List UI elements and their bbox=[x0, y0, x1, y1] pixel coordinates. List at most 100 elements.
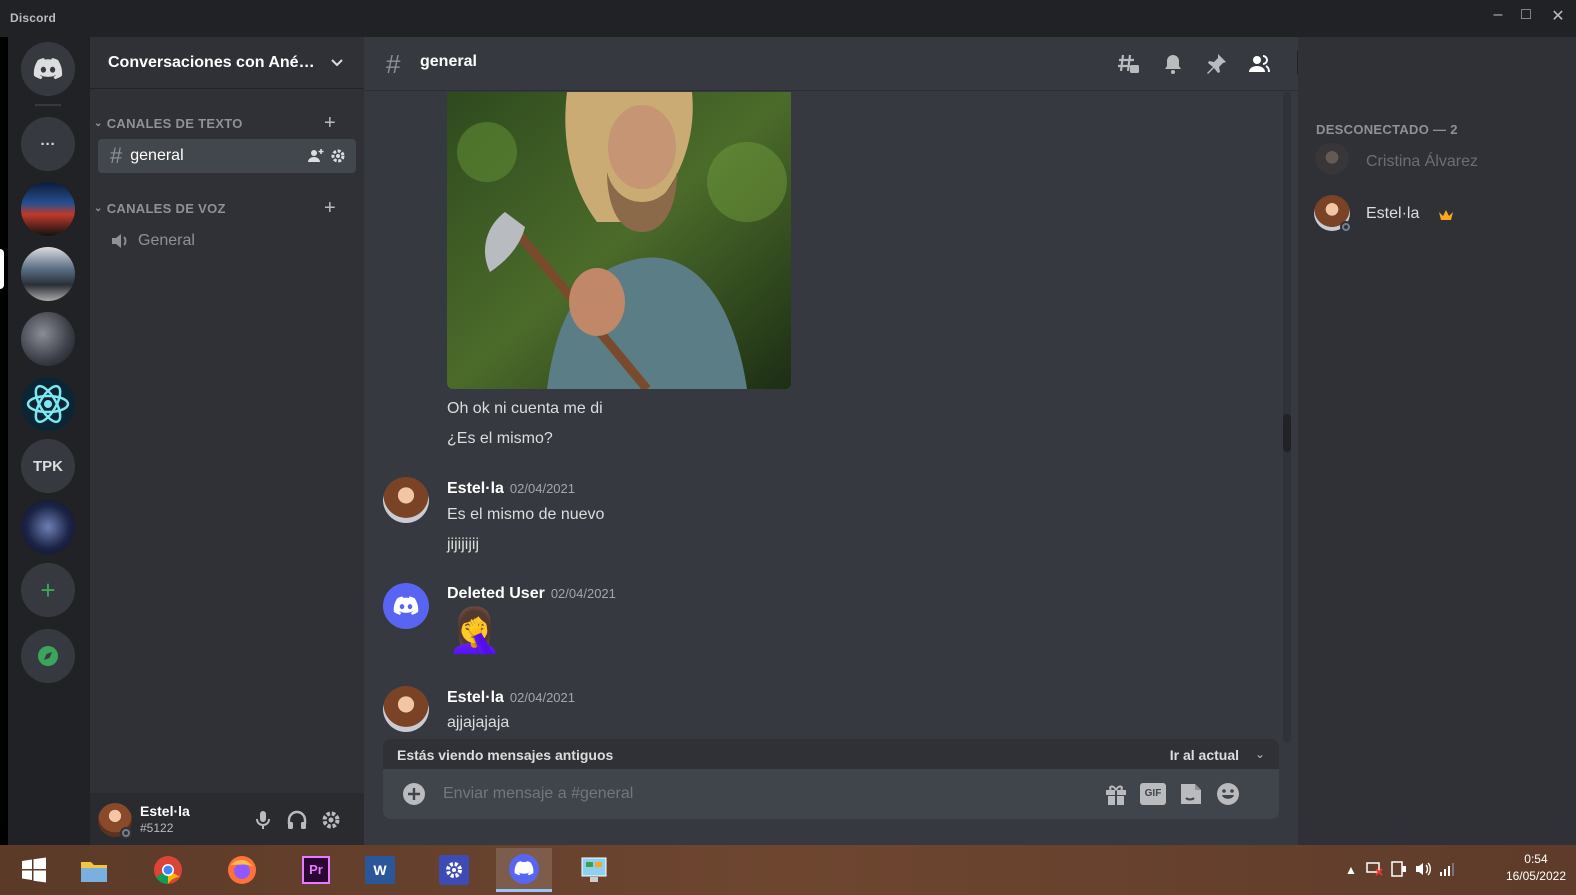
taskbar-file-explorer[interactable] bbox=[66, 848, 122, 892]
server-tpk-label: TPK bbox=[33, 457, 63, 475]
headphones-icon[interactable] bbox=[286, 809, 308, 831]
add-server-button[interactable]: + bbox=[21, 563, 75, 617]
taskbar-chrome[interactable] bbox=[140, 848, 196, 892]
server-icon-atom[interactable] bbox=[21, 377, 75, 431]
member-item[interactable]: Estel·la bbox=[1314, 195, 1564, 237]
explore-servers-button[interactable] bbox=[21, 629, 75, 683]
user-panel: Estel·la #5122 bbox=[90, 793, 364, 845]
avatar[interactable] bbox=[383, 583, 429, 629]
member-name: Estel·la bbox=[1366, 205, 1420, 222]
signal-icon[interactable] bbox=[1438, 860, 1456, 878]
invite-icon[interactable] bbox=[308, 148, 324, 164]
settings-app-icon bbox=[439, 855, 469, 885]
bell-icon[interactable] bbox=[1161, 52, 1185, 76]
taskbar-premiere[interactable]: Pr bbox=[288, 848, 344, 892]
user-tag: #5122 bbox=[140, 821, 174, 835]
taskbar-firefox[interactable] bbox=[214, 848, 270, 892]
timestamp: 02/04/2021 bbox=[550, 586, 616, 601]
sticker-icon[interactable] bbox=[1178, 782, 1204, 806]
timestamp: 02/04/2021 bbox=[509, 690, 575, 705]
taskbar-settings[interactable] bbox=[426, 848, 482, 892]
author-name[interactable]: Estel·la bbox=[447, 480, 504, 497]
clock-date: 16/05/2022 bbox=[1505, 869, 1566, 883]
server-dm-more[interactable]: ··· bbox=[21, 117, 75, 171]
volume-icon[interactable] bbox=[1414, 860, 1432, 878]
word-icon: W bbox=[365, 856, 395, 884]
author-name[interactable]: Estel·la bbox=[447, 689, 504, 706]
member-name: Cristina Álvarez bbox=[1366, 153, 1479, 170]
rail-separator bbox=[35, 104, 61, 106]
author-name[interactable]: Deleted User bbox=[447, 585, 545, 602]
server-icon-3[interactable] bbox=[21, 312, 75, 366]
taskbar-discord[interactable] bbox=[496, 848, 552, 892]
home-button[interactable] bbox=[21, 42, 75, 96]
app-title: Discord bbox=[10, 11, 57, 25]
chevron-down-icon: ⌄ bbox=[94, 118, 103, 129]
control-panel-icon bbox=[581, 857, 607, 882]
discord-icon bbox=[33, 58, 63, 80]
member-section-header: DESCONECTADO — 2 bbox=[1316, 122, 1458, 137]
server-icon-5[interactable] bbox=[21, 500, 75, 554]
pin-icon[interactable] bbox=[1204, 52, 1228, 76]
discord-icon bbox=[509, 853, 539, 884]
avatar[interactable] bbox=[383, 686, 429, 732]
gift-icon[interactable] bbox=[1103, 782, 1129, 806]
guild-name: Conversaciones con Ané… bbox=[108, 53, 315, 71]
message-list[interactable]: Oh ok ni cuenta me di ¿Es el mismo? Este… bbox=[364, 92, 1298, 742]
device-icon[interactable] bbox=[1390, 860, 1408, 878]
chevron-down-icon: ⌄ bbox=[1254, 747, 1265, 761]
speaker-icon bbox=[112, 234, 127, 248]
emoji-icon[interactable] bbox=[1215, 782, 1241, 806]
message-header: Estel·la 02/04/2021 bbox=[447, 689, 575, 707]
channel-voice-general[interactable]: General bbox=[98, 224, 356, 258]
jump-to-present-button[interactable]: Ir al actual bbox=[1170, 747, 1239, 763]
create-text-channel-button[interactable]: + bbox=[324, 112, 336, 135]
minimize-button[interactable]: – bbox=[1486, 6, 1510, 24]
settings-gear-icon[interactable] bbox=[320, 809, 342, 831]
threads-icon[interactable] bbox=[1116, 52, 1140, 76]
tray-chevron-up-icon[interactable]: ▲ bbox=[1345, 863, 1357, 877]
chat-area: # general Buscar Oh ok ni cuenta me di ¿… bbox=[364, 37, 1546, 845]
active-server-indicator bbox=[0, 249, 4, 289]
create-voice-channel-button[interactable]: + bbox=[324, 197, 336, 220]
message-input[interactable] bbox=[443, 779, 1063, 809]
taskbar-control-panel[interactable] bbox=[566, 848, 622, 892]
close-button[interactable]: ✕ bbox=[1546, 6, 1570, 26]
username: Estel·la bbox=[140, 803, 190, 819]
old-messages-notice: Estás viendo mensajes antiguos bbox=[397, 747, 614, 763]
channel-general[interactable]: # general bbox=[98, 139, 356, 173]
system-clock[interactable]: 0:54 16/05/2022 bbox=[1506, 851, 1566, 885]
server-icon-1[interactable] bbox=[21, 182, 75, 236]
microphone-icon[interactable] bbox=[252, 809, 274, 831]
upload-plus-icon[interactable] bbox=[403, 783, 425, 805]
member-list-icon[interactable] bbox=[1247, 52, 1271, 76]
chevron-down-icon: ⌄ bbox=[94, 203, 103, 214]
offline-status-icon bbox=[1340, 221, 1352, 233]
category-voice-channels[interactable]: ⌄ CANALES DE VOZ + bbox=[94, 197, 336, 219]
channel-title: general bbox=[420, 53, 477, 70]
scrollbar-thumb[interactable] bbox=[1283, 414, 1291, 452]
message-text: ajjajajaja bbox=[447, 714, 510, 731]
gif-button[interactable]: GIF bbox=[1140, 783, 1166, 805]
category-text-channels[interactable]: ⌄ CANALES DE TEXTO + bbox=[94, 112, 336, 134]
attachment-photo bbox=[447, 92, 791, 389]
message-header: Estel·la 02/04/2021 bbox=[447, 480, 575, 498]
server-rail: ··· TPK + bbox=[0, 37, 90, 845]
gear-icon[interactable] bbox=[330, 148, 346, 164]
member-item[interactable]: Cristina Álvarez bbox=[1314, 143, 1564, 185]
offline-status-icon bbox=[120, 827, 132, 839]
avatar[interactable] bbox=[383, 477, 429, 523]
guild-header[interactable]: Conversaciones con Ané… bbox=[90, 37, 364, 89]
taskbar-word[interactable]: W bbox=[352, 848, 408, 892]
timestamp: 02/04/2021 bbox=[509, 481, 575, 496]
hash-icon: # bbox=[386, 49, 401, 79]
maximize-button[interactable]: □ bbox=[1514, 6, 1538, 24]
channel-name: General bbox=[138, 232, 195, 249]
server-label: ··· bbox=[40, 135, 56, 153]
network-icon[interactable] bbox=[1366, 861, 1384, 877]
message-image-attachment[interactable] bbox=[447, 92, 791, 389]
start-button[interactable] bbox=[6, 848, 62, 892]
server-icon-2[interactable] bbox=[21, 247, 75, 301]
message-composer: GIF bbox=[383, 769, 1279, 819]
server-tpk[interactable]: TPK bbox=[21, 439, 75, 493]
